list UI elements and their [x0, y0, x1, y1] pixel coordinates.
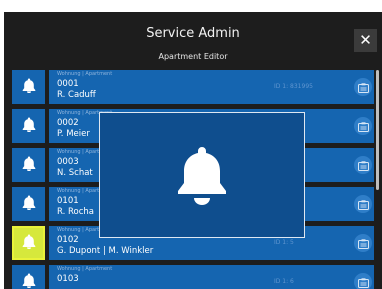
apartment-row[interactable]: Wohnung | Apartment 0001 R. Caduff ID 1: 83… — [12, 70, 374, 104]
scrollbar[interactable] — [376, 70, 379, 190]
service-admin-panel: Service Admin Apartment Editor ✕ Wohnung… — [4, 12, 382, 289]
apartment-number: 0102 — [57, 235, 79, 245]
apartment-number: 0001 — [57, 79, 79, 89]
edit-card-icon — [357, 117, 369, 136]
apartment-residents: G. Dupont | M. Winkler — [57, 246, 154, 256]
bell-icon — [22, 156, 36, 175]
apartment-number: 0003 — [57, 157, 79, 167]
bell-button[interactable] — [12, 226, 45, 260]
apartment-label: Wohnung | Apartment — [57, 266, 113, 272]
bell-overlay-dialog[interactable] — [99, 112, 305, 238]
edit-apartment-button[interactable] — [354, 273, 372, 289]
bell-button[interactable] — [12, 187, 45, 221]
bell-icon — [22, 78, 36, 97]
apartment-residents: N. Schat — [57, 168, 93, 178]
bell-icon — [178, 147, 226, 205]
apartment-residents: R. Caduff — [57, 90, 96, 100]
bell-icon — [22, 117, 36, 136]
apartment-id: ID 1: 831995 — [274, 83, 313, 90]
apartment-residents: R. Rocha — [57, 207, 95, 217]
edit-card-icon — [357, 273, 369, 289]
close-button[interactable]: ✕ — [354, 29, 377, 52]
edit-apartment-button[interactable] — [354, 117, 372, 135]
page-title: Service Admin — [146, 26, 240, 41]
bell-icon — [22, 234, 36, 253]
bell-button[interactable] — [12, 148, 45, 182]
bell-icon — [22, 195, 36, 214]
edit-apartment-button[interactable] — [354, 195, 372, 213]
apartment-number: 0002 — [57, 118, 79, 128]
edit-apartment-button[interactable] — [354, 156, 372, 174]
edit-card-icon — [357, 78, 369, 97]
bell-button[interactable] — [12, 109, 45, 143]
close-icon: ✕ — [359, 31, 372, 49]
apartment-id: ID 1: 5 — [274, 239, 294, 246]
apartment-label: Wohnung | Apartment — [57, 71, 113, 77]
edit-card-icon — [357, 156, 369, 175]
bell-icon — [22, 273, 36, 289]
edit-card-icon — [357, 234, 369, 253]
edit-card-icon — [357, 195, 369, 214]
apartment-info[interactable]: Wohnung | Apartment 0001 R. Caduff ID 1: 83… — [49, 70, 374, 104]
bell-button[interactable] — [12, 265, 45, 289]
apartment-residents: P. Meier — [57, 129, 90, 139]
apartment-id: ID 1: 6 — [274, 278, 294, 285]
apartment-row[interactable]: Wohnung | Apartment 0103 ID 1: 6 — [12, 265, 374, 289]
apartment-number: 0101 — [57, 196, 79, 206]
edit-apartment-button[interactable] — [354, 78, 372, 96]
bell-button[interactable] — [12, 70, 45, 104]
page-subtitle: Apartment Editor — [158, 52, 228, 61]
apartment-number: 0103 — [57, 274, 79, 284]
apartment-info[interactable]: Wohnung | Apartment 0103 ID 1: 6 — [49, 265, 374, 289]
edit-apartment-button[interactable] — [354, 234, 372, 252]
